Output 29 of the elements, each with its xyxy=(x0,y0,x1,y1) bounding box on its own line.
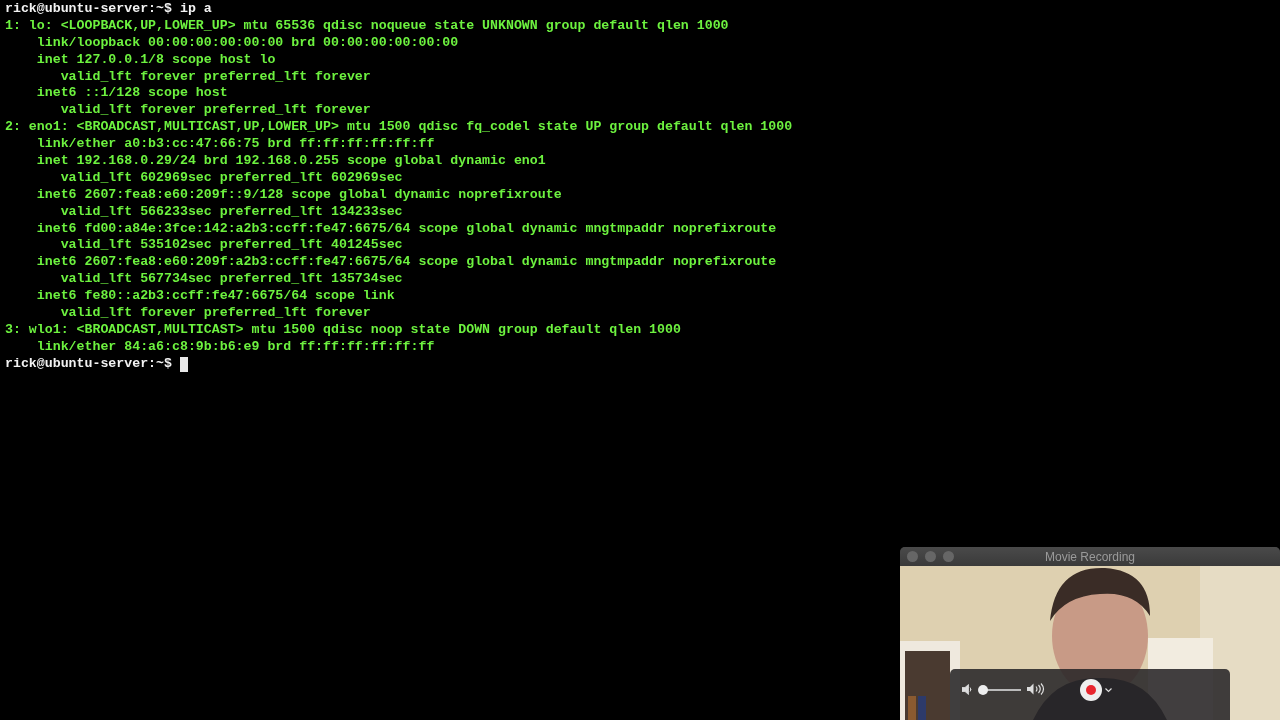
volume-high-icon xyxy=(1027,683,1045,695)
volume-low-icon xyxy=(962,684,973,695)
record-button[interactable] xyxy=(1080,679,1102,701)
output-line: 2: eno1: <BROADCAST,MULTICAST,UP,LOWER_UP> mtu 1500 qdisc fq_codel state UP group default qlen 1000 xyxy=(5,119,793,137)
output-line: inet6 fe80::a2b3:ccff:fe47:6675/64 scope link xyxy=(35,288,395,306)
command-text: ip a xyxy=(180,1,212,18)
output-line: valid_lft forever preferred_lft forever xyxy=(59,68,371,86)
shell-prompt: rick@ubuntu-server:~$ xyxy=(5,355,172,373)
output-line: inet6 2607:fea8:e60:209f:a2b3:ccff:fe47:6675/64 scope global dynamic mngtmpaddr noprefixroute xyxy=(35,254,777,272)
output-line: inet6 2607:fea8:e60:209f::9/128 scope global dynamic noprefixroute xyxy=(35,186,562,204)
output-line: valid_lft 535102sec preferred_lft 401245sec xyxy=(59,237,403,255)
output-line: 3: wlo1: <BROADCAST,MULTICAST> mtu 1500 qdisc noop state DOWN group default qlen 1000 xyxy=(5,321,681,339)
volume-thumb[interactable] xyxy=(978,685,988,695)
output-line: inet 192.168.0.29/24 brd 192.168.0.255 scope global dynamic eno1 xyxy=(35,153,546,170)
shell-prompt: rick@ubuntu-server:~$ xyxy=(5,1,172,18)
output-line: inet6 ::1/128 scope host xyxy=(35,85,228,103)
output-line: 1: lo: <LOOPBACK,UP,LOWER_UP> mtu 65536 qdisc noqueue state UNKNOWN group default qlen 1000 xyxy=(5,17,729,35)
output-line: valid_lft 566233sec preferred_lft 134233sec xyxy=(59,203,403,221)
output-line: link/ether a0:b3:cc:47:66:75 brd ff:ff:ff:ff:ff:ff xyxy=(35,136,435,154)
output-line: link/loopback 00:00:00:00:00:00 brd 00:00:00:00:00:00 xyxy=(35,34,459,52)
output-line: valid_lft 567734sec preferred_lft 135734sec xyxy=(59,271,403,289)
output-line: valid_lft forever preferred_lft forever xyxy=(59,305,371,322)
output-line: valid_lft 602969sec preferred_lft 602969sec xyxy=(59,169,403,187)
window-title: Movie Recording xyxy=(1043,549,1136,564)
output-line: inet 127.0.0.1/8 scope host lo xyxy=(35,51,276,69)
caret-icon[interactable] xyxy=(1105,688,1112,693)
output-line: inet6 fd00:a84e:3fce:142:a2b3:ccff:fe47:6675/64 scope global dynamic mngtmpaddr noprefixroute xyxy=(35,220,777,238)
output-line: link/ether 84:a6:c8:9b:b6:e9 brd ff:ff:ff:ff:ff:ff xyxy=(35,338,435,356)
output-line: valid_lft forever preferred_lft forever xyxy=(59,102,371,120)
